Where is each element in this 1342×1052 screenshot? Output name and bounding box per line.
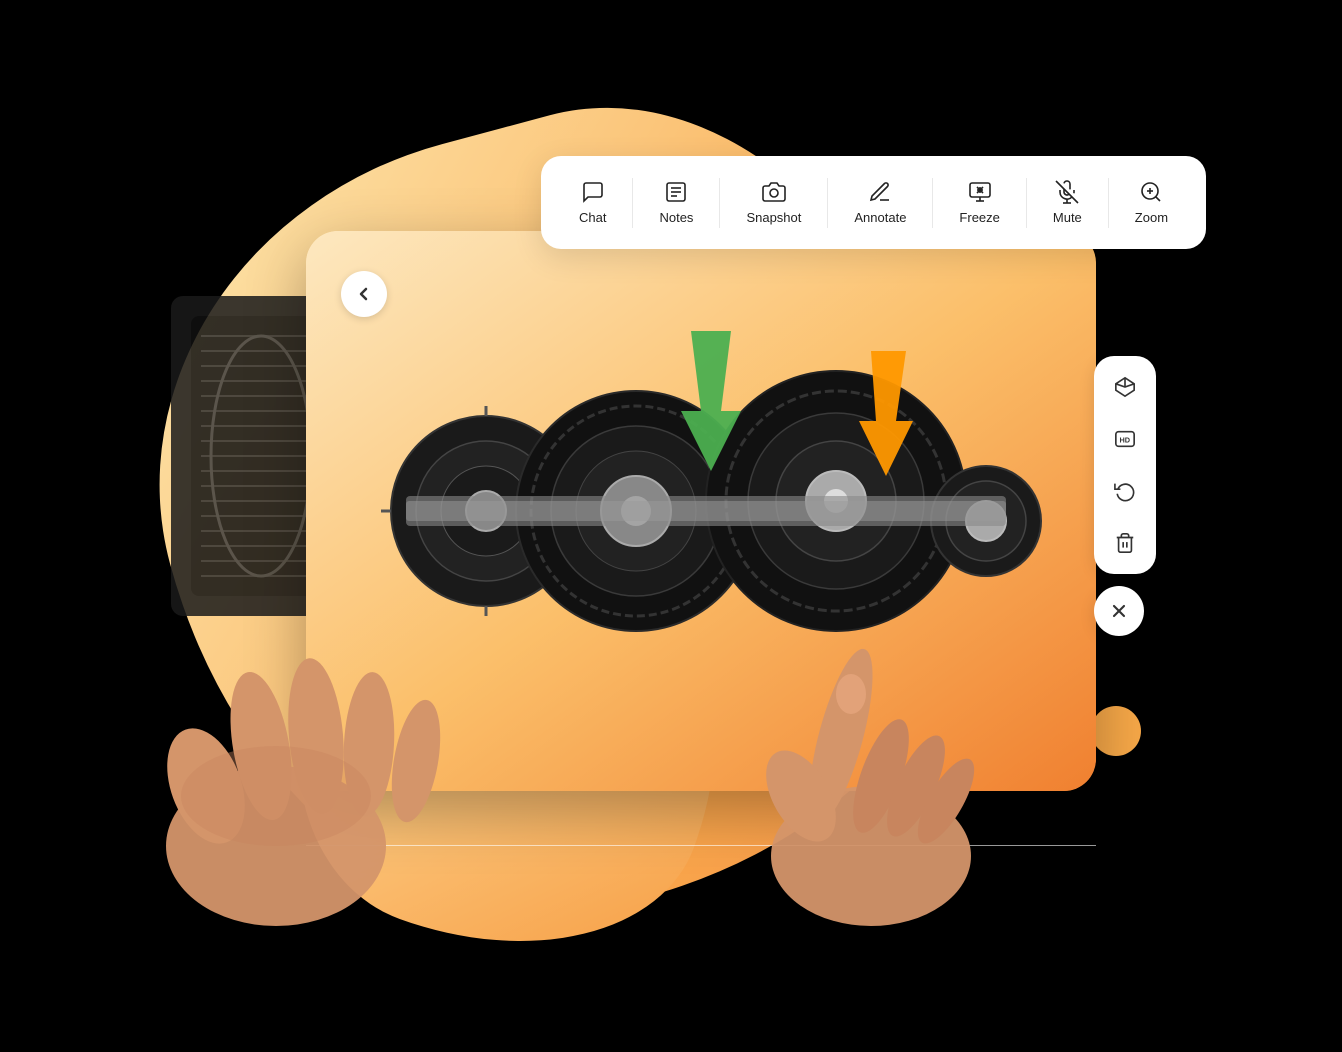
zoom-label: Zoom: [1135, 210, 1168, 225]
toolbar-mute-item[interactable]: Mute: [1039, 172, 1096, 233]
action-panel: HD: [1094, 356, 1156, 636]
toolbar-snapshot-item[interactable]: Snapshot: [732, 172, 815, 233]
notes-icon: [664, 180, 688, 204]
divider-4: [932, 178, 933, 228]
toolbar-freeze-item[interactable]: Freeze: [945, 172, 1013, 233]
3d-button[interactable]: [1102, 364, 1148, 410]
divider-3: [827, 178, 828, 228]
svg-text:HD: HD: [1120, 436, 1131, 445]
toolbar-annotate-item[interactable]: Annotate: [840, 172, 920, 233]
divider-5: [1026, 178, 1027, 228]
delete-button[interactable]: [1102, 520, 1148, 566]
close-button[interactable]: [1094, 586, 1144, 636]
divider-2: [719, 178, 720, 228]
toolbar-notes-item[interactable]: Notes: [645, 172, 707, 233]
mute-label: Mute: [1053, 210, 1082, 225]
toolbar-zoom-item[interactable]: Zoom: [1121, 172, 1182, 233]
freeze-label: Freeze: [959, 210, 999, 225]
undo-button[interactable]: [1102, 468, 1148, 514]
mute-icon: [1055, 180, 1079, 204]
tablet-frame: [306, 231, 1096, 791]
divider-6: [1108, 178, 1109, 228]
action-button-group: HD: [1094, 356, 1156, 574]
decorative-dot: [1091, 706, 1141, 756]
annotate-label: Annotate: [854, 210, 906, 225]
notes-label: Notes: [659, 210, 693, 225]
3d-icon: [1114, 376, 1136, 398]
close-icon: [1109, 601, 1129, 621]
snapshot-label: Snapshot: [746, 210, 801, 225]
tablet-inner: [306, 231, 1096, 791]
back-button[interactable]: [341, 271, 387, 317]
chat-icon: [581, 180, 605, 204]
toolbar-chat-item[interactable]: Chat: [565, 172, 620, 233]
hd-icon: HD: [1114, 428, 1136, 450]
divider-1: [632, 178, 633, 228]
snapshot-icon: [762, 180, 786, 204]
tablet-divider-line: [306, 845, 1096, 846]
zoom-icon: [1139, 180, 1163, 204]
annotate-icon: [868, 180, 892, 204]
chat-label: Chat: [579, 210, 606, 225]
trash-icon: [1114, 532, 1136, 554]
freeze-icon: [968, 180, 992, 204]
hd-button[interactable]: HD: [1102, 416, 1148, 462]
undo-icon: [1114, 480, 1136, 502]
toolbar: Chat Notes Snapshot: [541, 156, 1206, 249]
